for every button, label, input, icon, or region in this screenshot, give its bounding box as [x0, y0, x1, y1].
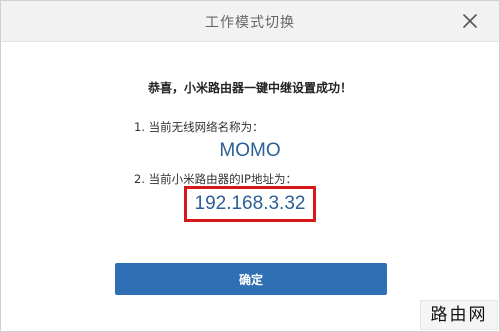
- confirm-button[interactable]: 确定: [115, 263, 387, 295]
- dialog-titlebar: 工作模式切换: [1, 1, 499, 42]
- wifi-name-value: MOMO: [219, 140, 281, 161]
- success-message: 恭喜，小米路由器一键中继设置成功！: [147, 81, 352, 95]
- ip-address-value: 192.168.3.32: [194, 193, 306, 214]
- watermark-logo: 路由网: [420, 300, 498, 330]
- ip-address-label: 2. 当前小米路由器的IP地址为：: [134, 172, 297, 186]
- close-icon[interactable]: [461, 12, 479, 30]
- wifi-name-label: 1. 当前无线网络名称为：: [134, 120, 264, 134]
- mode-switch-dialog: 工作模式切换 恭喜，小米路由器一键中继设置成功！ 1. 当前无线网络名称为： M…: [0, 0, 500, 332]
- dialog-title: 工作模式切换: [205, 15, 295, 31]
